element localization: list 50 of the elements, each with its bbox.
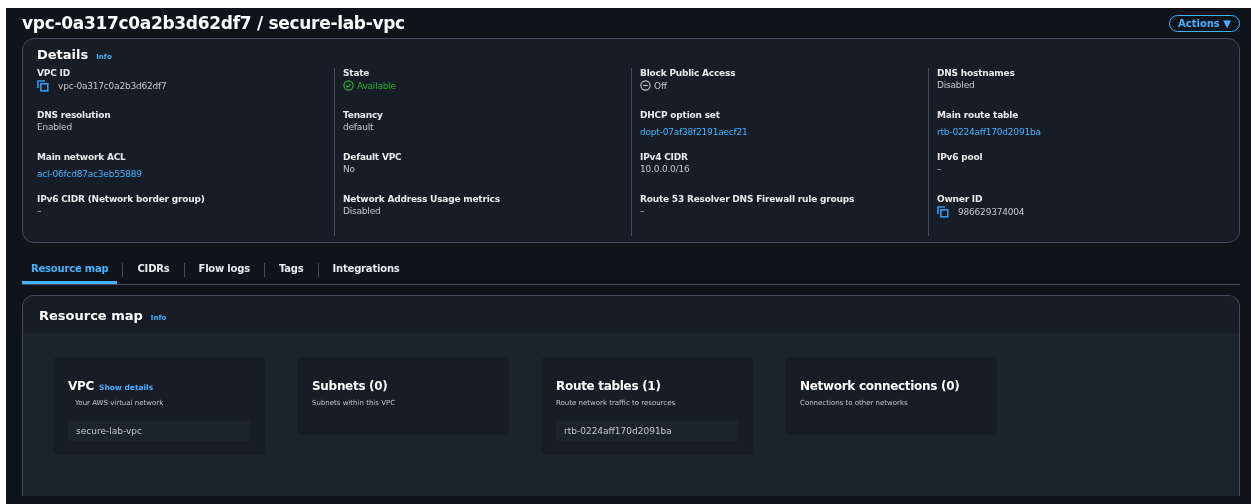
field-value: – (640, 206, 646, 216)
tab[interactable]: Tags (269, 255, 313, 284)
field-label: IPv6 pool (937, 152, 984, 162)
field-value: default (343, 122, 375, 132)
field-link[interactable]: acl-06fcd87ac3eb55889 (37, 169, 142, 179)
tab[interactable]: Flow logs (189, 255, 259, 284)
tab[interactable]: Integrations (323, 255, 409, 284)
field-link[interactable]: dopt-07af38f2191aecf21 (640, 127, 748, 137)
tab[interactable]: CIDRs (128, 255, 179, 284)
field-label: DNS hostnames (937, 68, 1016, 78)
field-label: Network Address Usage metrics (343, 194, 501, 204)
minus-circle-icon (640, 80, 651, 91)
field-label: DNS resolution (37, 110, 112, 120)
field-value: 10.0.0.0/16 (640, 164, 691, 174)
field-value: 986629374004 (958, 207, 1025, 217)
card-title: Route tables (1) (556, 379, 661, 393)
copy-icon[interactable] (937, 206, 949, 218)
field-value: Disabled (343, 206, 382, 216)
field-label: Block Public Access (640, 68, 737, 78)
field-value: – (937, 164, 943, 174)
field-label: DHCP option set (640, 110, 721, 120)
resource-map-heading: Resource map (39, 308, 143, 323)
card-title: VPC (68, 379, 94, 393)
resource-item[interactable]: rtb-0224aff170d2091ba (556, 421, 738, 441)
field-value: No (343, 164, 356, 174)
card-title: Network connections (0) (800, 379, 960, 393)
status-value: Available (357, 80, 396, 91)
field-label: Main route table (937, 110, 1020, 120)
details-heading: Details (37, 47, 89, 62)
tab[interactable]: Resource map (22, 255, 118, 284)
field-label: IPv6 CIDR (Network border group) (37, 194, 206, 204)
field-value: Enabled (37, 122, 73, 132)
field-label: State (343, 68, 371, 78)
page-title: vpc-0a317c0a2b3d62df7 / secure-lab-vpc (22, 13, 405, 33)
card-title: Subnets (0) (312, 379, 388, 393)
field-label: Owner ID (937, 194, 984, 204)
check-circle-icon (343, 80, 354, 91)
field-value: Off (654, 80, 667, 91)
field-value: Disabled (937, 80, 976, 90)
field-value: vpc-0a317c0a2b3d62df7 (58, 81, 167, 91)
field-label: VPC ID (37, 68, 71, 78)
field-link[interactable]: rtb-0224aff170d2091ba (937, 127, 1041, 137)
resource-item[interactable]: secure-lab-vpc (68, 421, 250, 441)
field-label: IPv4 CIDR (640, 152, 689, 162)
copy-icon[interactable] (37, 80, 49, 92)
field-label: Route 53 Resolver DNS Firewall rule groups (640, 194, 856, 204)
field-label: Default VPC (343, 152, 403, 162)
field-value: – (37, 206, 43, 216)
field-label: Main network ACL (37, 152, 127, 162)
field-label: Tenancy (343, 110, 384, 120)
